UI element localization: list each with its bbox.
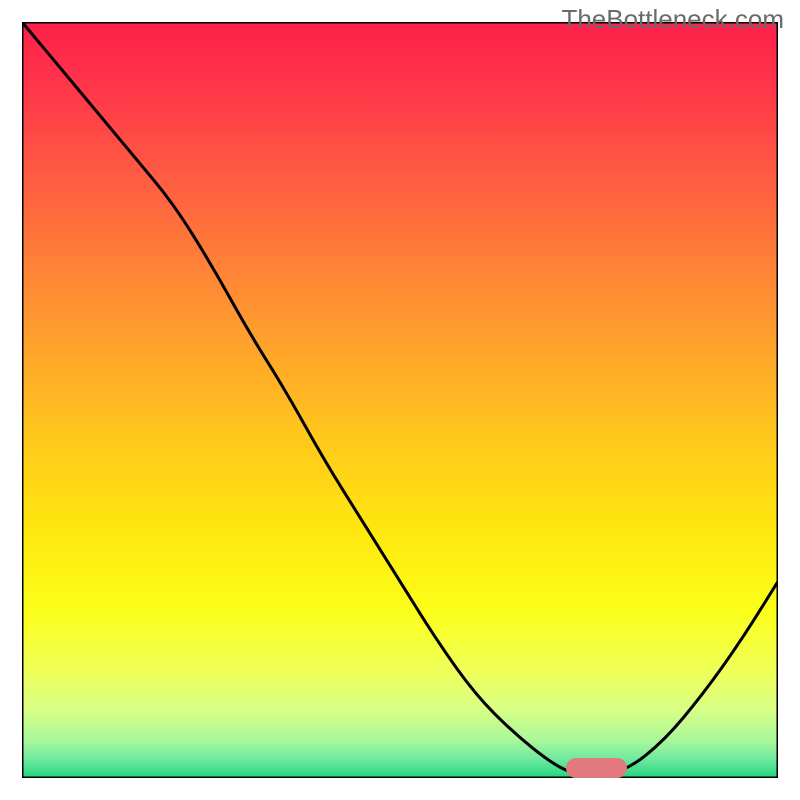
watermark-text: TheBottleneck.com: [561, 4, 784, 35]
chart-container: TheBottleneck.com: [0, 0, 800, 800]
chart-svg: [22, 22, 778, 778]
chart-plot-area: [22, 22, 778, 778]
valley-marker: [566, 758, 626, 778]
chart-background-gradient: [22, 22, 778, 778]
